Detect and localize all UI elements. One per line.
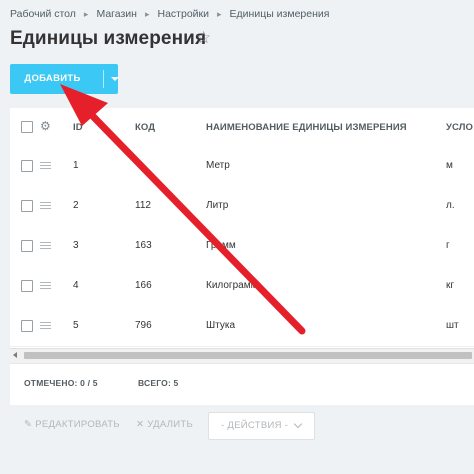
table-row[interactable] xyxy=(10,306,474,347)
chevron-down-icon xyxy=(293,419,303,429)
delete-button[interactable]: ✕ УДАЛИТЬ xyxy=(136,419,193,430)
breadcrumb-separator-icon: ▸ xyxy=(144,8,150,19)
row-id: 2 xyxy=(73,200,79,211)
column-header-name[interactable]: НАИМЕНОВАНИЕ ЕДИНИЦЫ ИЗМЕРЕНИЯ xyxy=(206,122,407,133)
scrollbar-thumb[interactable] xyxy=(24,352,472,359)
column-header-code[interactable]: КОД xyxy=(135,122,155,133)
drag-handle-icon[interactable] xyxy=(40,162,51,169)
add-button[interactable]: ДОБАВИТЬ xyxy=(10,64,119,94)
row-code: 163 xyxy=(135,240,152,251)
breadcrumb-item-desktop[interactable]: Рабочий стол xyxy=(10,8,76,20)
pencil-icon: ✎ xyxy=(24,419,33,430)
selected-count: ОТМЕЧЕНО: 0 / 5 xyxy=(24,378,98,388)
row-id: 3 xyxy=(73,240,79,251)
gear-icon[interactable]: ⚙ xyxy=(40,119,51,133)
row-id: 4 xyxy=(73,280,79,291)
row-checkbox[interactable] xyxy=(21,240,33,252)
drag-handle-icon[interactable] xyxy=(40,202,51,209)
selected-count-label: ОТМЕЧЕНО: xyxy=(24,378,78,388)
breadcrumb-item-settings[interactable]: Настройки xyxy=(158,8,210,20)
edit-button[interactable]: ✎ РЕДАКТИРОВАТЬ xyxy=(24,419,120,430)
breadcrumb-separator-icon: ▸ xyxy=(217,8,222,19)
caret-down-icon[interactable] xyxy=(111,77,119,81)
column-header-id[interactable]: ID xyxy=(73,122,83,133)
row-checkbox[interactable] xyxy=(21,280,33,292)
row-checkbox[interactable] xyxy=(21,320,33,332)
x-icon: ✕ xyxy=(136,419,145,430)
row-symbol: шт xyxy=(446,320,459,331)
row-name: Грамм xyxy=(206,240,236,251)
row-symbol: м xyxy=(446,160,453,171)
actions-select-value: - ДЕЙСТВИЯ - xyxy=(221,420,289,431)
actions-select[interactable]: - ДЕЙСТВИЯ - xyxy=(208,412,315,440)
add-button-label: ДОБАВИТЬ xyxy=(24,73,81,84)
row-name: Метр xyxy=(206,160,230,171)
drag-handle-icon[interactable] xyxy=(40,282,51,289)
breadcrumb-separator-icon: ▸ xyxy=(83,8,89,19)
drag-handle-icon[interactable] xyxy=(40,242,51,249)
column-header-symbol[interactable]: УСЛО xyxy=(446,122,474,133)
row-name: Штука xyxy=(206,320,236,331)
row-symbol: л. xyxy=(446,200,455,211)
table-row[interactable] xyxy=(10,146,474,187)
breadcrumb: Рабочий стол ▸ Магазин ▸ Настройки ▸ Еди… xyxy=(10,6,329,22)
select-all-checkbox[interactable] xyxy=(21,121,33,133)
add-button-divider xyxy=(103,70,104,88)
row-checkbox[interactable] xyxy=(21,200,33,212)
row-checkbox[interactable] xyxy=(21,160,33,172)
row-code: 166 xyxy=(135,280,152,291)
page-title: Единицы измерения xyxy=(10,28,207,49)
table-row[interactable] xyxy=(10,226,474,267)
row-name: Килограмм xyxy=(206,280,258,291)
row-symbol: кг xyxy=(446,280,455,291)
selected-count-value: 0 / 5 xyxy=(80,378,98,388)
total-count-value: 5 xyxy=(173,378,179,388)
horizontal-scrollbar[interactable] xyxy=(10,348,474,363)
row-name: Литр xyxy=(206,200,229,211)
row-symbol: г xyxy=(446,240,450,251)
breadcrumb-item-units[interactable]: Единицы измерения xyxy=(230,8,330,20)
delete-button-label: УДАЛИТЬ xyxy=(147,419,194,430)
row-code: 796 xyxy=(135,320,152,331)
drag-handle-icon[interactable] xyxy=(40,322,51,329)
total-count: ВСЕГО: 5 xyxy=(138,378,178,388)
scroll-left-icon[interactable] xyxy=(13,352,17,358)
star-icon[interactable]: ☆ xyxy=(196,28,211,48)
breadcrumb-item-shop[interactable]: Магазин xyxy=(96,8,137,20)
total-count-label: ВСЕГО: xyxy=(138,378,171,388)
edit-button-label: РЕДАКТИРОВАТЬ xyxy=(35,419,120,430)
table-row[interactable] xyxy=(10,186,474,227)
row-code: 112 xyxy=(135,200,151,211)
row-id: 5 xyxy=(73,320,79,331)
row-id: 1 xyxy=(73,160,79,171)
